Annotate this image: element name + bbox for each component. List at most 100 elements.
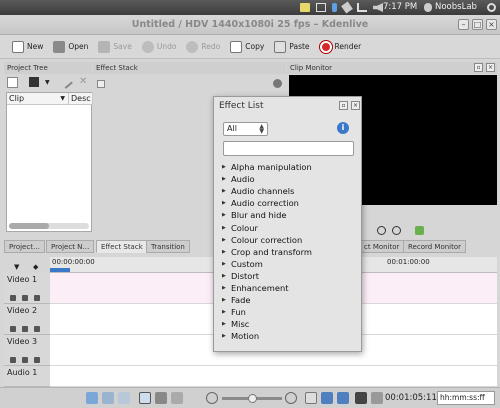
effect-category-item[interactable]: ▶ Misc [222,318,357,330]
copy-button[interactable]: Copy [226,38,268,56]
dropdown-arrow-icon[interactable]: ▼ [45,79,50,86]
effect-category-item[interactable]: ▶ Motion [222,330,357,342]
track-header-video-1[interactable]: Video 1 [4,273,50,304]
lock-icon[interactable] [10,326,16,332]
tab-project-notes[interactable]: Project N… [46,240,95,253]
user-name[interactable]: NoobsLab [435,2,477,12]
effect-filter-select[interactable]: All ▲ ▼ [223,122,268,136]
effect-category-item[interactable]: ▶ Colour [222,221,357,233]
zone-marker[interactable] [50,268,70,272]
minimize-button[interactable]: – [458,19,469,30]
mute-icon[interactable] [22,326,28,332]
open-button[interactable]: Open [49,38,92,56]
render-button[interactable]: Render [316,38,366,56]
tab-transition[interactable]: Transition [146,240,190,253]
paste-button[interactable]: Paste [270,38,313,56]
effect-list-float-button[interactable]: ▫ [339,101,348,110]
audio-thumbnails-icon[interactable] [102,392,114,404]
track-height-icon[interactable]: ▼ [14,263,19,271]
expand-arrow-icon[interactable]: ▶ [222,330,231,342]
tab-record-monitor[interactable]: Record Monitor [403,240,467,253]
zoom-in-icon[interactable] [285,392,297,404]
clip-column-header[interactable]: Clip ▼ [7,93,69,105]
enable-effects-checkbox[interactable] [97,80,105,88]
expand-arrow-icon[interactable]: ▶ [222,222,231,234]
loop-icon[interactable] [392,226,401,235]
notes-icon[interactable] [300,3,310,12]
ripple-icon[interactable] [337,392,349,404]
close-button[interactable]: × [486,19,497,30]
volume-icon[interactable] [373,3,383,12]
effect-category-item[interactable]: ▶ Fade [222,294,357,306]
lock-icon[interactable] [10,295,16,301]
expand-arrow-icon[interactable]: ▶ [222,209,231,221]
tab-effect-stack[interactable]: Effect Stack [96,240,148,253]
clip-monitor-close-button[interactable]: × [486,63,495,72]
zoom-slider[interactable] [222,394,282,403]
expand-arrow-icon[interactable]: ▶ [222,197,231,209]
horizontal-scrollbar[interactable] [9,223,89,229]
power-icon[interactable] [487,3,496,12]
mute-icon[interactable] [22,295,28,301]
video-thumbnails-icon[interactable] [86,392,98,404]
delete-clip-icon[interactable]: ✕ [79,76,87,87]
expand-arrow-icon[interactable]: ▶ [222,173,231,185]
new-button[interactable]: New [8,38,47,56]
fit-zoom-icon[interactable] [305,392,317,404]
battery-icon[interactable] [341,1,353,14]
expand-arrow-icon[interactable]: ▶ [222,258,231,270]
effect-info-icon[interactable] [273,79,282,88]
expand-arrow-icon[interactable]: ▶ [222,282,231,294]
project-clip-list[interactable]: Clip ▼ Desc [6,92,93,232]
clip-monitor-float-button[interactable]: ▫ [474,63,483,72]
expand-arrow-icon[interactable]: ▶ [222,185,231,197]
edit-clip-icon[interactable] [60,76,73,89]
effect-category-item[interactable]: ▶ Blur and hide [222,209,357,221]
expand-arrow-icon[interactable]: ▶ [222,246,231,258]
clock[interactable]: 7:17 PM [383,2,417,12]
save-button[interactable]: Save [94,38,135,56]
track-lane-audio-1[interactable] [50,366,497,387]
mail-icon[interactable] [316,3,326,12]
expand-arrow-icon[interactable]: ▶ [222,294,231,306]
mute-icon[interactable] [22,357,28,363]
hide-icon[interactable] [34,295,40,301]
expand-arrow-icon[interactable]: ▶ [222,234,231,246]
track-header-video-3[interactable]: Video 3 [4,335,50,366]
info-icon[interactable]: i [337,122,349,134]
hide-icon[interactable] [34,326,40,332]
effect-category-item[interactable]: ▶ Distort [222,270,357,282]
spacer-tool-icon[interactable] [171,392,183,404]
hide-icon[interactable] [34,357,40,363]
effect-category-item[interactable]: ▶ Audio channels [222,185,357,197]
effect-category-item[interactable]: ▶ Fun [222,306,357,318]
redo-button[interactable]: Redo [182,38,224,56]
snap-icon[interactable] [371,392,383,404]
maximize-button[interactable]: □ [472,19,483,30]
desc-column-header[interactable]: Desc [69,93,93,105]
lock-icon[interactable] [10,357,16,363]
clip-type-icon[interactable] [29,77,39,87]
overwrite-icon[interactable] [355,392,367,404]
markers-icon[interactable] [118,392,130,404]
effect-category-item[interactable]: ▶ Enhancement [222,282,357,294]
effect-category-item[interactable]: ▶ Colour correction [222,234,357,246]
effect-category-item[interactable]: ▶ Crop and transform [222,246,357,258]
bluetooth-icon[interactable] [332,3,337,12]
track-zoom-icon[interactable]: ◆ [33,263,38,271]
timecode-format-select[interactable]: hh:mm:ss:ff [437,391,495,405]
timecode-display[interactable]: 00:01:05:11 [385,393,437,403]
add-clip-icon[interactable] [7,77,18,88]
network-icon[interactable] [357,3,367,12]
expand-arrow-icon[interactable]: ▶ [222,318,231,330]
expand-arrow-icon[interactable]: ▶ [222,161,231,173]
track-header-video-2[interactable]: Video 2 [4,304,50,335]
tab-project-tree[interactable]: Project… [4,240,45,253]
undo-button[interactable]: Undo [138,38,181,56]
tab-project-monitor[interactable]: ct Monitor [359,240,405,253]
expand-arrow-icon[interactable]: ▶ [222,270,231,282]
zoom-out-icon[interactable] [206,392,218,404]
effect-category-item[interactable]: ▶ Alpha manipulation [222,161,357,173]
effect-category-item[interactable]: ▶ Custom [222,258,357,270]
play-icon[interactable] [377,226,386,235]
